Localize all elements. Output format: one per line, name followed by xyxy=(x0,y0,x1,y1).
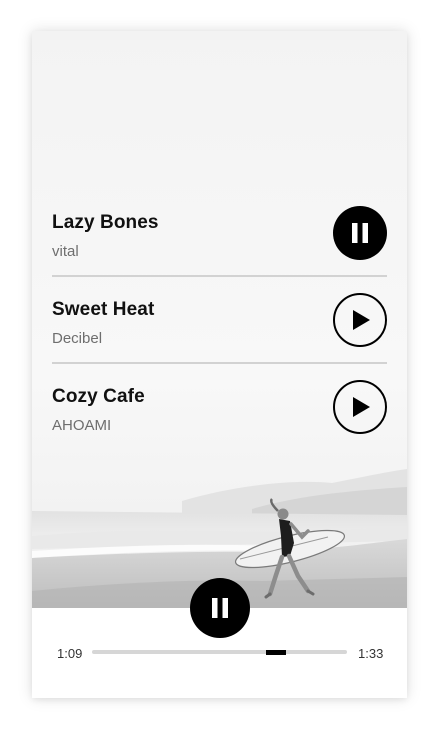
play-icon xyxy=(353,397,370,417)
pause-icon xyxy=(212,598,228,618)
total-time: 1:33 xyxy=(358,646,384,661)
player-card: Lazy Bones vital Sweet Heat Decibel Cozy… xyxy=(32,31,407,698)
progress-bar[interactable] xyxy=(92,649,347,655)
play-button[interactable] xyxy=(333,380,387,434)
track-title: Cozy Cafe xyxy=(52,386,145,407)
progress-handle[interactable] xyxy=(266,649,286,655)
play-button[interactable] xyxy=(333,293,387,347)
elapsed-time: 1:09 xyxy=(57,646,83,661)
list-item[interactable]: Sweet Heat Decibel xyxy=(52,277,387,364)
play-icon xyxy=(353,310,370,330)
pause-icon xyxy=(352,223,368,243)
list-item[interactable]: Cozy Cafe AHOAMI xyxy=(52,364,387,449)
track-title: Sweet Heat xyxy=(52,299,155,320)
track-list: Lazy Bones vital Sweet Heat Decibel Cozy… xyxy=(52,190,387,449)
track-title: Lazy Bones xyxy=(52,212,159,233)
track-artist: Decibel xyxy=(52,330,103,347)
main-pause-button[interactable] xyxy=(190,578,250,638)
list-item[interactable]: Lazy Bones vital xyxy=(52,190,387,277)
pause-button[interactable] xyxy=(333,206,387,260)
track-artist: AHOAMI xyxy=(52,417,112,434)
track-artist: vital xyxy=(52,243,79,260)
